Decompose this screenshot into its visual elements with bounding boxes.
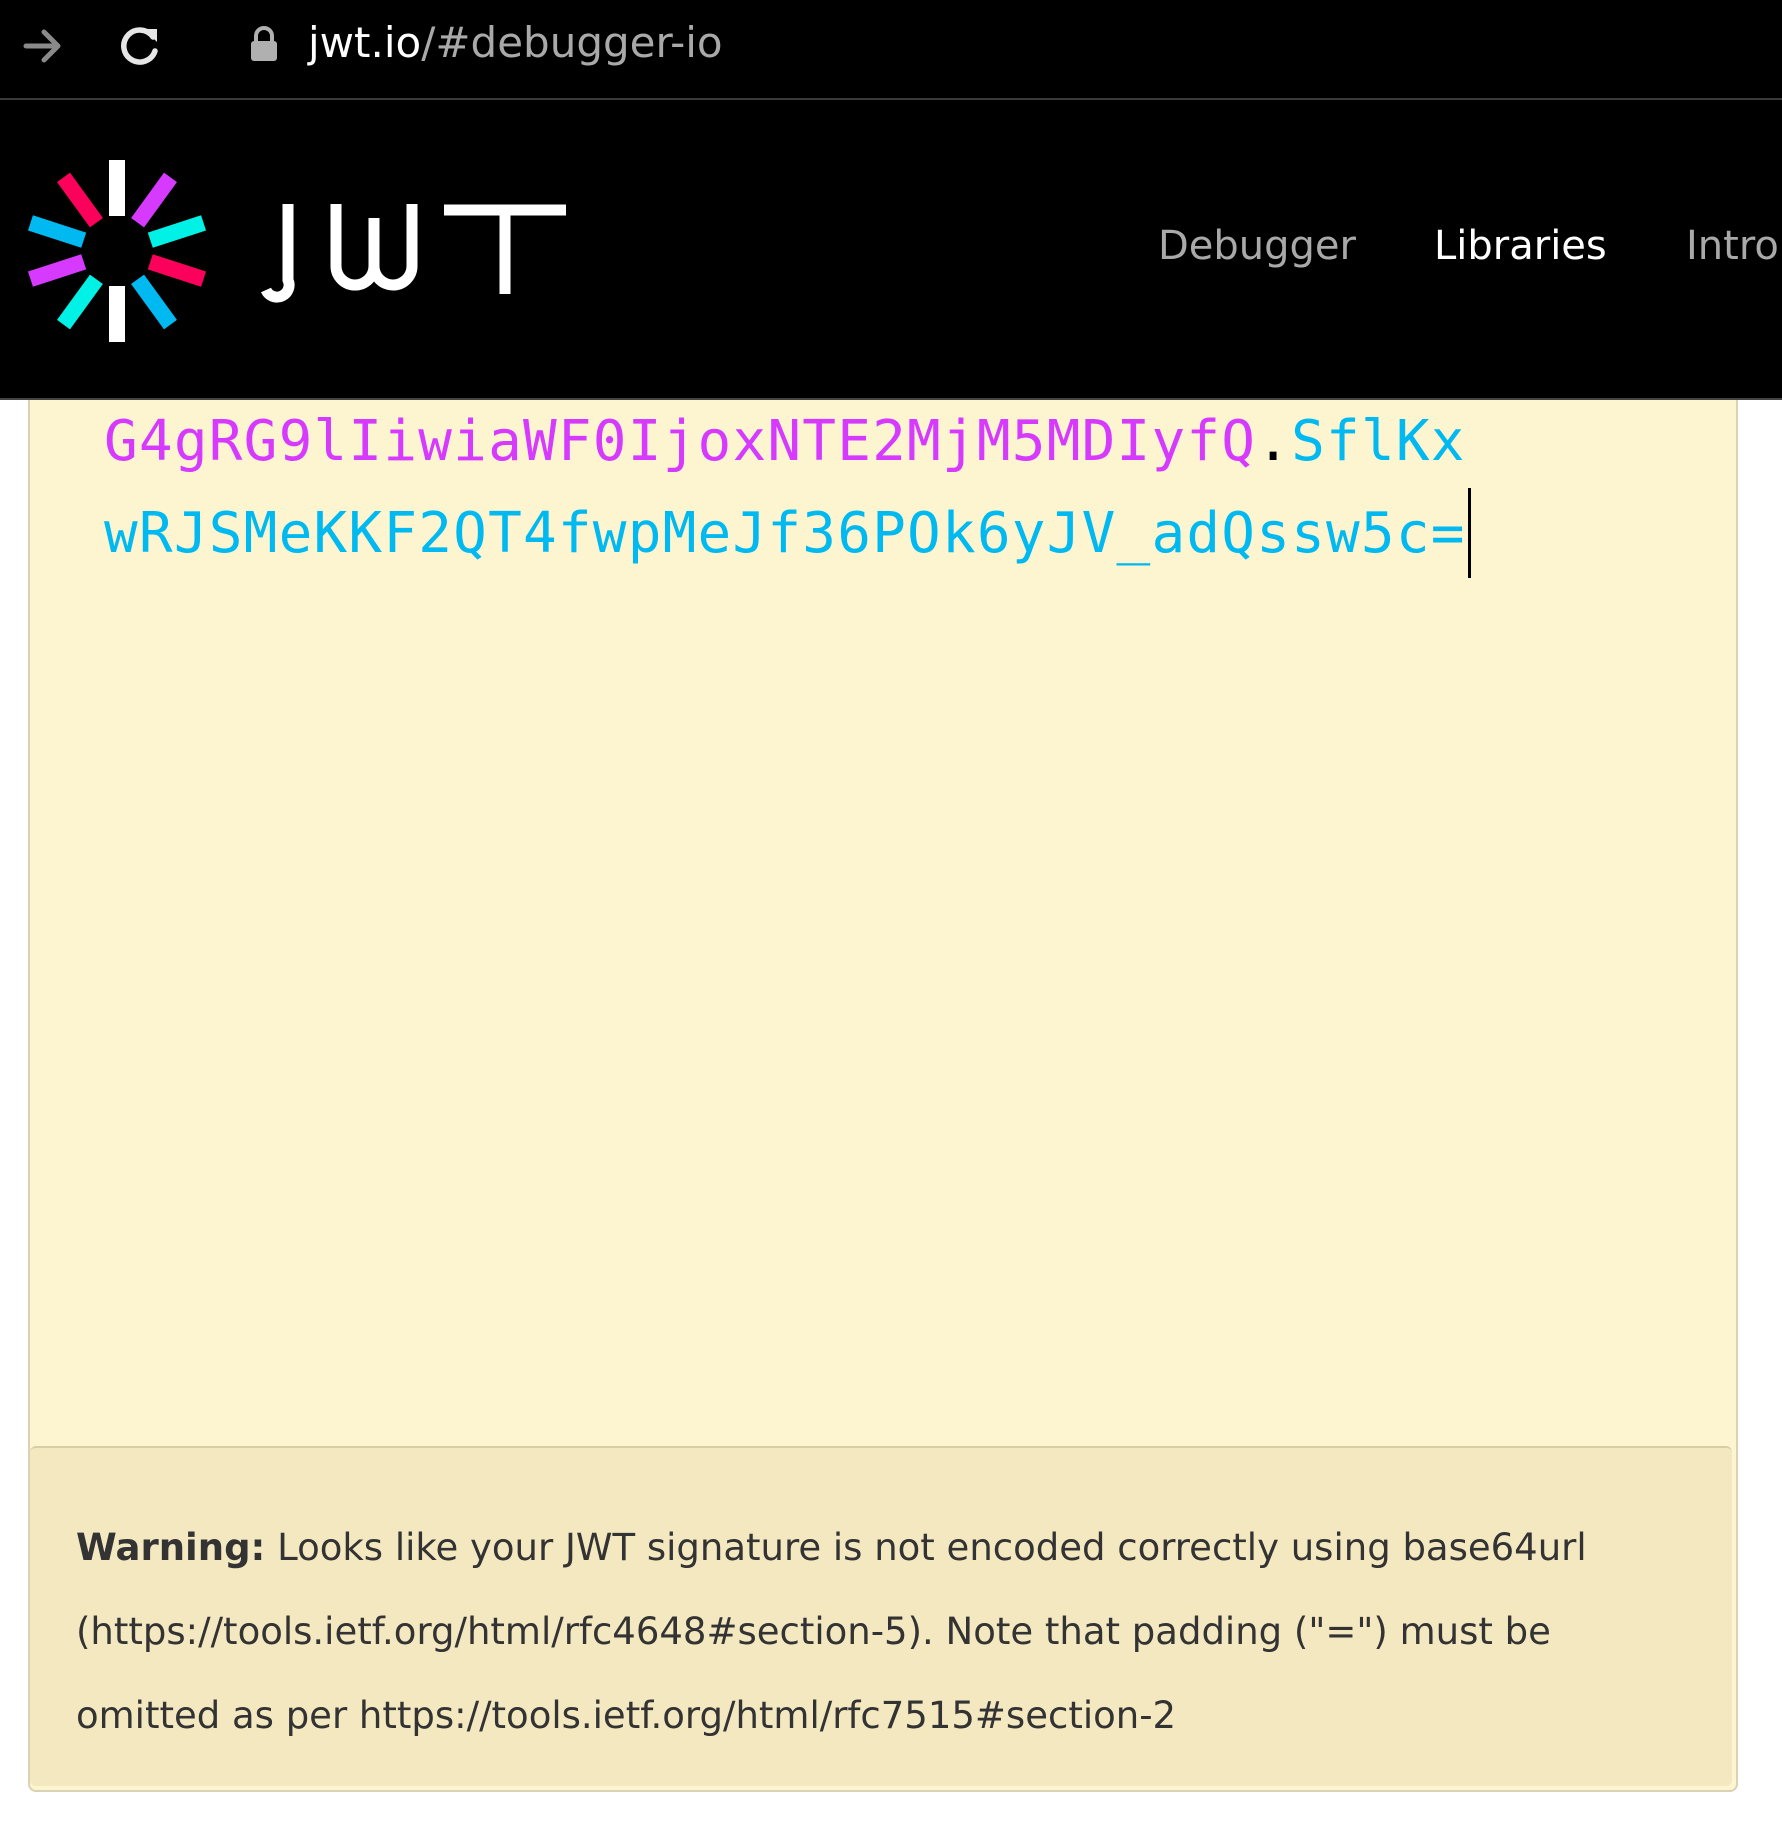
lock-icon[interactable] [246, 24, 282, 64]
url-path: /#debugger-io [421, 18, 723, 67]
address-bar[interactable]: jwt.io/#debugger-io [308, 14, 723, 72]
warning-message: Looks like your JWT signature is not enc… [76, 1526, 1587, 1737]
token-signature-segment: SflKx [1291, 409, 1466, 474]
encoded-token-editor[interactable]: G4gRG9lIiwiaWF0IjoxNTE2MjM5MDIyfQ.SflKx … [28, 400, 1738, 1792]
browser-toolbar: jwt.io/#debugger-io [0, 0, 1782, 100]
site-header: Debugger Libraries Intro [0, 100, 1782, 400]
token-separator: . [1256, 409, 1292, 474]
text-caret [1467, 488, 1471, 578]
warning-label: Warning: [76, 1526, 266, 1569]
signature-warning: Warning: Looks like your JWT signature i… [30, 1446, 1732, 1786]
nav-introduction[interactable]: Intro [1686, 218, 1779, 274]
token-payload-segment: G4gRG9lIiwiaWF0IjoxNTE2MjM5MDIyfQ [104, 409, 1257, 474]
token-signature-segment: wRJSMeKKF2QT4fwpMeJf36POk6yJV_adQssw5c= [104, 501, 1466, 567]
forward-arrow-icon[interactable] [16, 18, 72, 74]
token-line: wRJSMeKKF2QT4fwpMeJf36POk6yJV_adQssw5c= [104, 488, 1471, 582]
jwt-wordmark[interactable] [260, 200, 580, 306]
token-line: G4gRG9lIiwiaWF0IjoxNTE2MjM5MDIyfQ.SflKx [104, 400, 1466, 484]
url-host: jwt.io [308, 18, 422, 67]
jwt-logo-icon[interactable] [26, 160, 208, 342]
reload-icon[interactable] [112, 18, 168, 74]
nav-libraries[interactable]: Libraries [1434, 218, 1607, 274]
nav-debugger[interactable]: Debugger [1158, 218, 1356, 274]
